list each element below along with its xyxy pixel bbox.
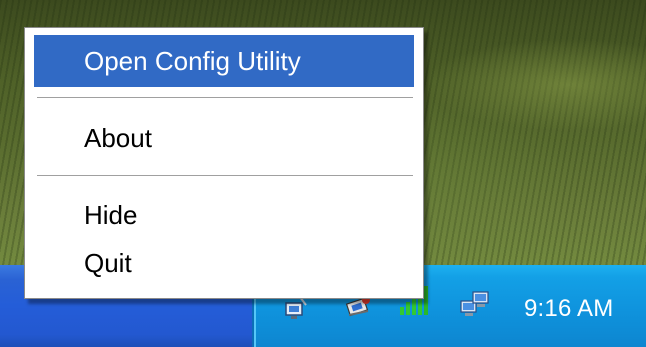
menu-item-about[interactable]: About [34, 113, 414, 163]
menu-separator [37, 175, 413, 177]
menu-item-open-config-utility[interactable]: Open Config Utility [34, 35, 414, 87]
system-clock[interactable]: 9:16 AM [524, 295, 613, 323]
menu-item-quit[interactable]: Quit [34, 240, 414, 286]
menu-item-hide[interactable]: Hide [34, 192, 414, 238]
menu-separator [37, 97, 413, 99]
network-status-icon[interactable] [280, 295, 310, 325]
tray-context-menu: Open Config Utility About Hide Quit [24, 27, 424, 299]
network-connection-icon[interactable] [458, 289, 489, 319]
